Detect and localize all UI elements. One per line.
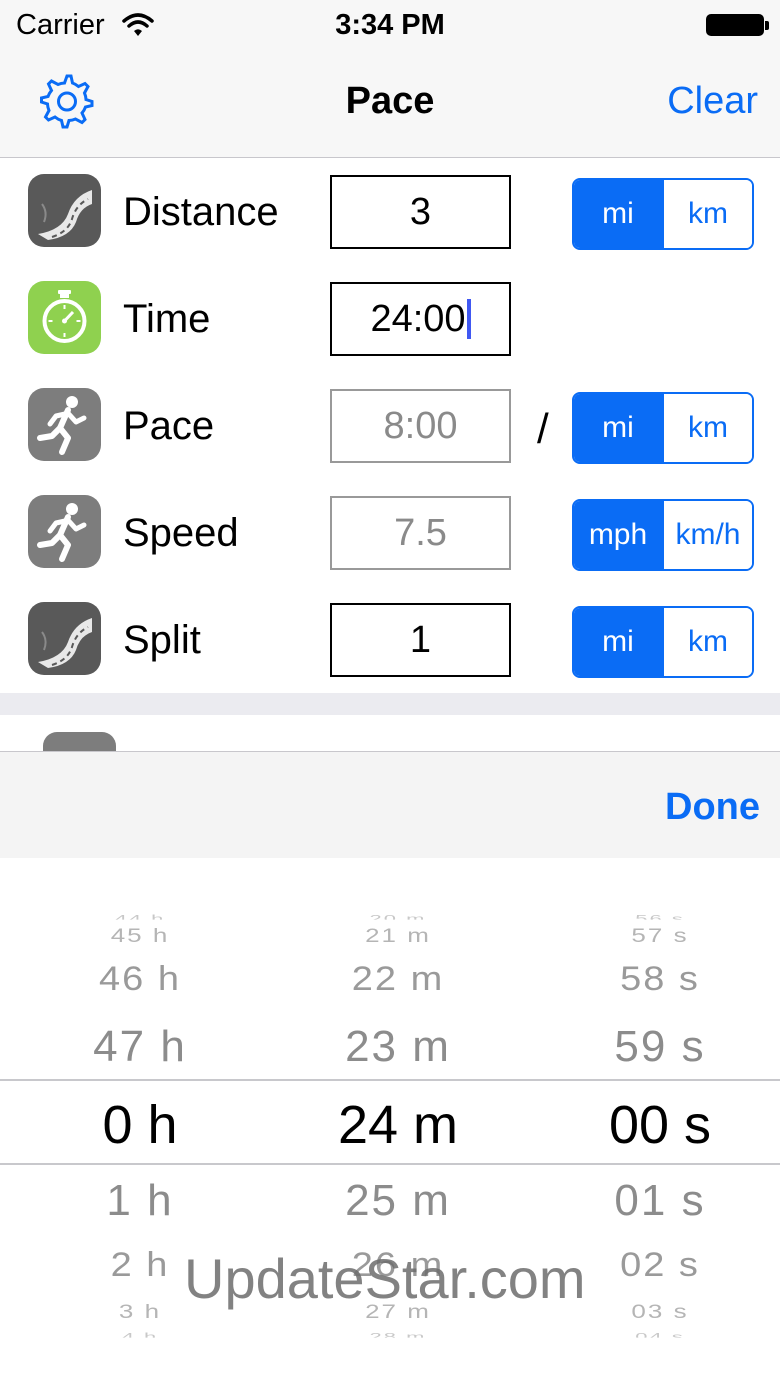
- speed-unit-control[interactable]: mph km/h: [572, 499, 754, 571]
- picker-item[interactable]: 23 m: [268, 1022, 528, 1072]
- picker-item[interactable]: 21 m: [268, 924, 528, 947]
- split-row: Split 1 mi km: [0, 586, 780, 693]
- battery-icon: [706, 14, 769, 36]
- distance-value: 3: [409, 190, 432, 233]
- navigation-bar: Pace Clear: [0, 50, 780, 158]
- picker-item[interactable]: 25 m: [268, 1176, 528, 1226]
- pace-label: Pace: [123, 404, 215, 448]
- runner-icon: [43, 732, 116, 751]
- split-unit-control[interactable]: mi km: [572, 606, 754, 678]
- split-value: 1: [409, 618, 432, 661]
- distance-unit-km[interactable]: km: [662, 180, 752, 248]
- runner-icon: [28, 495, 101, 568]
- time-input[interactable]: 24:00: [330, 282, 511, 356]
- pace-row: Pace 8:00 / mi km: [0, 372, 780, 479]
- done-button[interactable]: Done: [665, 786, 760, 829]
- status-bar: Carrier 3:34 PM: [0, 0, 780, 50]
- clock: 3:34 PM: [335, 9, 445, 41]
- time-row: Time 24:00: [0, 265, 780, 372]
- picker-item[interactable]: 28 m: [268, 1331, 528, 1337]
- section-separator: [0, 693, 780, 715]
- picker-item[interactable]: 58 s: [530, 960, 780, 999]
- picker-item[interactable]: 47 h: [10, 1022, 270, 1072]
- pace-unit-control[interactable]: mi km: [572, 392, 754, 464]
- time-value: 24:00: [370, 297, 466, 340]
- split-label: Split: [123, 618, 201, 662]
- pace-output: 8:00: [330, 389, 511, 463]
- split-unit-km[interactable]: km: [662, 608, 752, 676]
- distance-label: Distance: [123, 190, 279, 234]
- picker-item[interactable]: 01 s: [530, 1176, 780, 1226]
- picker-item-selected[interactable]: 00 s: [530, 1094, 780, 1156]
- distance-unit-mi[interactable]: mi: [574, 180, 662, 248]
- speed-value: 7.5: [394, 511, 447, 554]
- next-section-peek: [0, 715, 780, 751]
- runner-icon: [28, 388, 101, 461]
- picker-item-selected[interactable]: 24 m: [268, 1094, 528, 1156]
- split-input[interactable]: 1: [330, 603, 511, 677]
- split-unit-mi[interactable]: mi: [574, 608, 662, 676]
- distance-input[interactable]: 3: [330, 175, 511, 249]
- picker-item-selected[interactable]: 0 h: [10, 1094, 270, 1156]
- picker-item[interactable]: 46 h: [10, 960, 270, 999]
- picker-item[interactable]: 45 h: [10, 924, 270, 947]
- time-label: Time: [123, 297, 211, 341]
- speed-row: Speed 7.5 mph km/h: [0, 479, 780, 586]
- pace-unit-km[interactable]: km: [662, 394, 752, 462]
- picker-item[interactable]: 04 s: [530, 1331, 780, 1337]
- picker-item[interactable]: 4 h: [10, 1331, 270, 1337]
- road-icon: [28, 174, 101, 247]
- clear-button[interactable]: Clear: [667, 80, 758, 123]
- speed-label: Speed: [123, 511, 239, 555]
- watermark: UpdateStar.com: [184, 1247, 586, 1310]
- picker-item[interactable]: 59 s: [530, 1022, 780, 1072]
- text-cursor: [466, 299, 471, 339]
- speed-output: 7.5: [330, 496, 511, 570]
- speed-unit-kmh[interactable]: km/h: [662, 501, 752, 569]
- distance-row: Distance 3 mi km: [0, 158, 780, 265]
- speed-unit-mph[interactable]: mph: [574, 501, 662, 569]
- pace-unit-mi[interactable]: mi: [574, 394, 662, 462]
- pace-value: 8:00: [383, 404, 458, 447]
- stopwatch-icon: [28, 281, 101, 354]
- distance-unit-control[interactable]: mi km: [572, 178, 754, 250]
- picker-toolbar: Done: [0, 751, 780, 859]
- page-title: Pace: [345, 80, 435, 122]
- picker-item[interactable]: 57 s: [530, 924, 780, 947]
- per-separator: /: [537, 405, 549, 452]
- road-icon: [28, 602, 101, 675]
- picker-item[interactable]: 22 m: [268, 960, 528, 999]
- picker-item[interactable]: 1 h: [10, 1176, 270, 1226]
